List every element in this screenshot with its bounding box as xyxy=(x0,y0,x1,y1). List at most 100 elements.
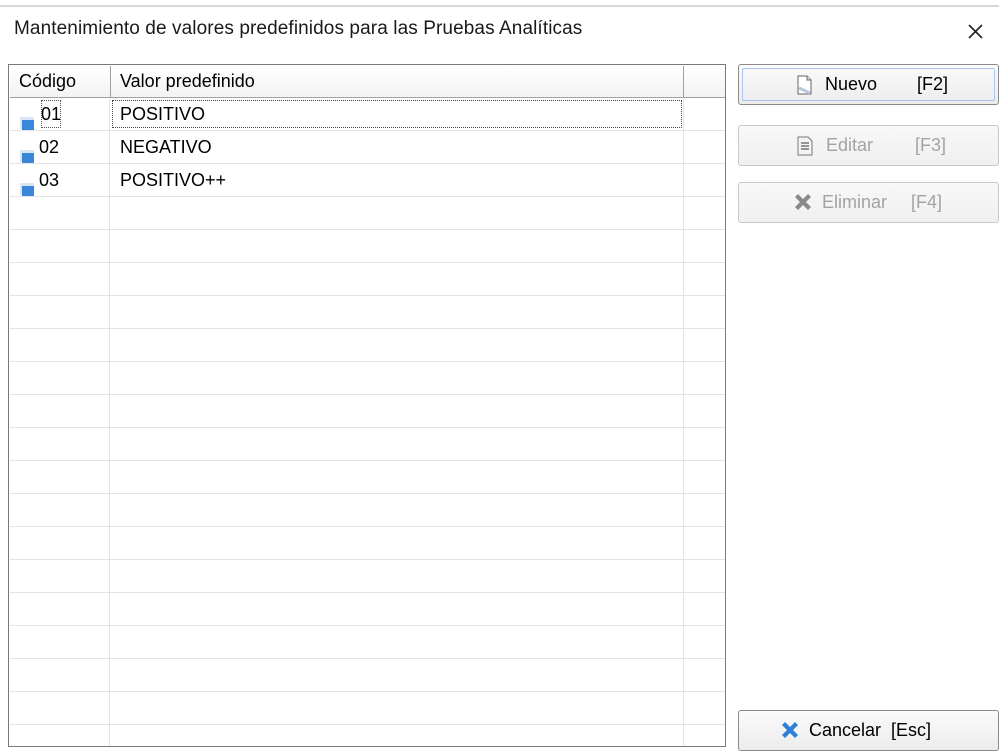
empty-cell xyxy=(110,296,684,328)
empty-cell xyxy=(684,263,725,295)
empty-cell xyxy=(684,428,725,460)
empty-cell xyxy=(110,263,684,295)
empty-cell xyxy=(10,560,110,592)
empty-row xyxy=(10,527,725,560)
new-document-icon xyxy=(793,74,815,96)
empty-cell xyxy=(10,626,110,658)
edit-button[interactable]: Editar [F3] xyxy=(738,125,999,166)
code-cell[interactable]: 03 xyxy=(10,164,110,196)
empty-row xyxy=(10,692,725,725)
empty-cell xyxy=(10,461,110,493)
table-row[interactable]: 02 NEGATIVO xyxy=(10,131,725,164)
delete-button-shortcut: [F4] xyxy=(911,192,943,212)
row-icon xyxy=(20,108,35,130)
delete-button[interactable]: Eliminar [F4] xyxy=(738,182,999,223)
empty-cell xyxy=(110,626,684,658)
empty-cell xyxy=(684,395,725,427)
empty-row xyxy=(10,659,725,692)
column-header-spacer xyxy=(684,66,725,98)
edit-button-label: Editar xyxy=(826,135,874,155)
value-cell[interactable]: POSITIVO xyxy=(110,98,684,130)
empty-row xyxy=(10,197,725,230)
empty-cell xyxy=(10,494,110,526)
empty-cell xyxy=(110,725,684,746)
empty-cell xyxy=(110,560,684,592)
empty-cell xyxy=(110,692,684,724)
column-header-default-value[interactable]: Valor predefinido xyxy=(111,66,684,98)
row-code: 03 xyxy=(39,170,60,190)
empty-cell xyxy=(684,362,725,394)
code-cell[interactable]: 02 xyxy=(10,131,110,163)
empty-row xyxy=(10,263,725,296)
empty-cell xyxy=(110,395,684,427)
empty-cell xyxy=(110,659,684,691)
table-row[interactable]: 03 POSITIVO++ xyxy=(10,164,725,197)
new-button-shortcut: [F2] xyxy=(917,74,949,94)
empty-row xyxy=(10,626,725,659)
empty-cell xyxy=(10,230,110,262)
empty-row xyxy=(10,362,725,395)
row-code: 02 xyxy=(39,137,60,157)
empty-cell xyxy=(110,230,684,262)
close-icon[interactable] xyxy=(962,18,988,44)
value-cell[interactable]: POSITIVO++ xyxy=(110,164,684,196)
new-button[interactable]: Nuevo [F2] xyxy=(738,64,999,105)
column-header-code[interactable]: Código xyxy=(10,66,111,98)
empty-cell xyxy=(10,428,110,460)
delete-button-label: Eliminar xyxy=(822,192,888,212)
empty-row xyxy=(10,230,725,263)
empty-row xyxy=(10,329,725,362)
empty-cell xyxy=(110,593,684,625)
cancel-x-icon xyxy=(779,720,801,742)
empty-cell xyxy=(10,329,110,361)
empty-cell xyxy=(684,725,725,746)
empty-cell xyxy=(684,494,725,526)
new-button-label: Nuevo xyxy=(825,74,878,94)
empty-cell xyxy=(10,593,110,625)
row-code: 01 xyxy=(39,98,63,130)
empty-cell xyxy=(110,494,684,526)
empty-cell xyxy=(110,461,684,493)
empty-cell xyxy=(110,329,684,361)
empty-cell xyxy=(684,659,725,691)
empty-cell xyxy=(684,230,725,262)
row-icon xyxy=(20,141,35,163)
empty-cell xyxy=(10,692,110,724)
empty-cell xyxy=(10,527,110,559)
cancel-button[interactable]: Cancelar [Esc] xyxy=(738,710,999,751)
empty-row xyxy=(10,494,725,527)
table-row[interactable]: 01 POSITIVO xyxy=(10,98,725,131)
empty-cell xyxy=(10,362,110,394)
empty-row xyxy=(10,296,725,329)
empty-cell xyxy=(684,461,725,493)
empty-row xyxy=(10,395,725,428)
empty-cell xyxy=(684,197,725,229)
empty-cell xyxy=(10,395,110,427)
empty-cell xyxy=(684,560,725,592)
empty-cell xyxy=(110,527,684,559)
empty-cell xyxy=(10,725,110,746)
empty-row xyxy=(10,725,725,746)
empty-cell xyxy=(684,626,725,658)
values-grid[interactable]: Código Valor predefinido 01 POSITIVO 02 NEG… xyxy=(8,64,726,747)
cancel-button-label: Cancelar xyxy=(809,720,882,740)
edit-button-shortcut: [F3] xyxy=(915,135,947,155)
empty-cell xyxy=(684,296,725,328)
cancel-button-shortcut: [Esc] xyxy=(891,720,932,740)
empty-row xyxy=(10,593,725,626)
empty-cell xyxy=(10,296,110,328)
empty-cell xyxy=(684,692,725,724)
edit-document-icon xyxy=(794,135,816,157)
code-cell[interactable]: 01 xyxy=(10,98,110,130)
grid-rows: 01 POSITIVO 02 NEGATIVO 03 POSITIVO++ xyxy=(10,98,725,746)
value-cell[interactable]: NEGATIVO xyxy=(110,131,684,163)
window-top-border xyxy=(0,5,999,7)
empty-cell xyxy=(684,527,725,559)
empty-cell xyxy=(110,362,684,394)
empty-cell xyxy=(110,197,684,229)
empty-cell xyxy=(10,659,110,691)
spacer-cell xyxy=(684,131,725,163)
empty-cell xyxy=(10,197,110,229)
spacer-cell xyxy=(684,98,725,130)
empty-cell xyxy=(10,263,110,295)
